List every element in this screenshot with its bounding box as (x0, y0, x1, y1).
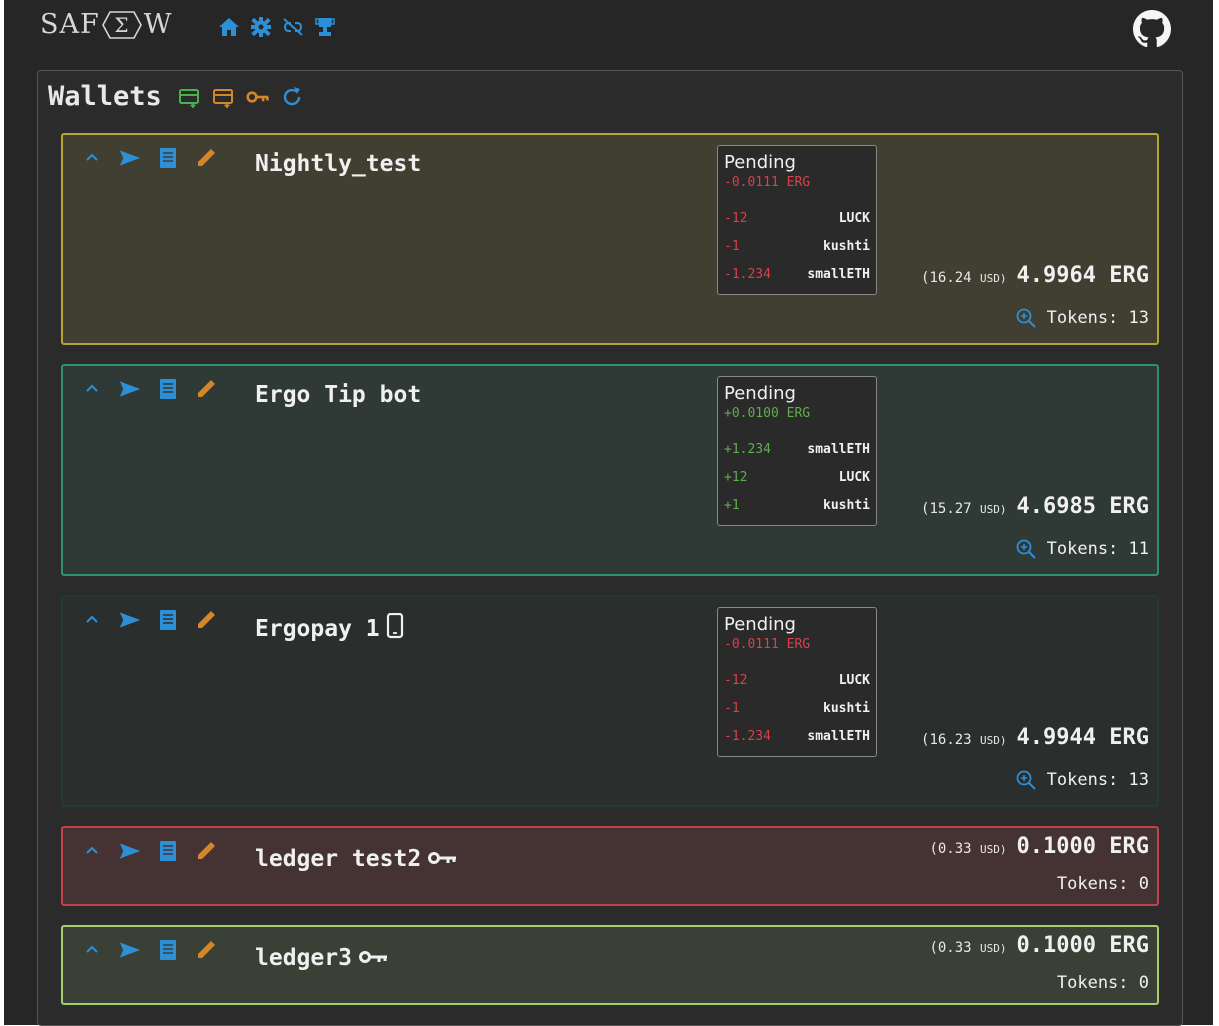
zoom-in-icon[interactable] (1015, 307, 1037, 329)
send-icon[interactable] (119, 840, 141, 862)
pending-token-row: -1.234 smallETH (724, 266, 870, 282)
wallet-actions (81, 939, 217, 961)
unlink-icon[interactable] (282, 16, 304, 38)
receive-icon[interactable] (157, 939, 179, 961)
erg-balance: 4.6985 ERG (1016, 494, 1149, 519)
nav-icons (218, 16, 336, 38)
wallet-balance: (0.33 USD) 0.1000 ERG (929, 834, 1149, 859)
wallet-name[interactable]: Nightly_test (255, 151, 421, 177)
wallet-balance: (15.27 USD) 4.6985 ERG (921, 494, 1149, 519)
top-nav: SAF Σ W (4, 0, 1213, 60)
wallet-name[interactable]: Ergopay 1 (255, 612, 404, 645)
pending-token-row: -12 LUCK (724, 210, 870, 226)
chevron-up-icon[interactable] (81, 378, 103, 400)
erg-balance: 4.9944 ERG (1016, 725, 1149, 750)
key-icon (358, 945, 388, 971)
usd-value: (15.27 USD) (921, 501, 1007, 517)
usd-value: (16.24 USD) (921, 270, 1007, 286)
pending-token-row: -1.234 smallETH (724, 728, 870, 744)
key-icon[interactable] (246, 85, 270, 109)
send-icon[interactable] (119, 378, 141, 400)
pending-token-row: -1 kushti (724, 700, 870, 716)
usd-value: (0.33 USD) (929, 841, 1007, 857)
wallet-card: Ergopay 1 Pending -0.0111 ERG -12 LUCK -1… (61, 595, 1159, 807)
edit-icon[interactable] (195, 378, 217, 400)
usd-value: (0.33 USD) (929, 940, 1007, 956)
receive-icon[interactable] (157, 378, 179, 400)
add-wallet-icon[interactable] (178, 85, 202, 109)
chevron-up-icon[interactable] (81, 939, 103, 961)
wallet-actions (81, 378, 217, 400)
usd-value: (16.23 USD) (921, 732, 1007, 748)
wallet-balance: (16.24 USD) 4.9964 ERG (921, 263, 1149, 288)
wallet-name[interactable]: ledger test2 (255, 846, 457, 872)
logo[interactable]: SAF Σ W (40, 9, 173, 40)
page-title: Wallets (48, 81, 162, 112)
pending-box: Pending -0.0111 ERG -12 LUCK -1 kushti -1.… (717, 607, 877, 757)
tokens-count: Tokens: 13 (1015, 307, 1149, 329)
send-icon[interactable] (119, 609, 141, 631)
edit-icon[interactable] (195, 147, 217, 169)
chevron-up-icon[interactable] (81, 147, 103, 169)
chevron-up-icon[interactable] (81, 609, 103, 631)
wallet-actions (81, 840, 217, 862)
wallet-actions (81, 609, 217, 631)
wallet-balance: (16.23 USD) 4.9944 ERG (921, 725, 1149, 750)
pending-token-row: -1 kushti (724, 238, 870, 254)
app-root: SAF Σ W Wallets Nightly_test Pending -0.… (4, 0, 1213, 1026)
wallet-card: ledger3 (0.33 USD) 0.1000 ERG Tokens: 0 (61, 925, 1159, 1005)
erg-balance: 4.9964 ERG (1016, 263, 1149, 288)
wallet-name[interactable]: Ergo Tip bot (255, 382, 421, 408)
zoom-in-icon[interactable] (1015, 769, 1037, 791)
pending-box: Pending +0.0100 ERG +1.234 smallETH +12 LU… (717, 376, 877, 526)
erg-balance: 0.1000 ERG (1016, 933, 1149, 958)
wallet-balance: (0.33 USD) 0.1000 ERG (929, 933, 1149, 958)
chevron-up-icon[interactable] (81, 840, 103, 862)
wallets-panel: Wallets Nightly_test Pending -0.0111 ERG… (37, 70, 1183, 1026)
pending-token-row: +12 LUCK (724, 469, 870, 485)
svg-text:Σ: Σ (114, 13, 129, 37)
wallet-name[interactable]: ledger3 (255, 945, 388, 971)
add-readonly-wallet-icon[interactable] (212, 85, 236, 109)
tokens-count: Tokens: 11 (1015, 538, 1149, 560)
logo-text-left: SAF (40, 9, 100, 40)
refresh-icon[interactable] (280, 85, 304, 109)
tokens-count: Tokens: 0 (1056, 973, 1149, 993)
send-icon[interactable] (119, 939, 141, 961)
logo-text-right: W (143, 9, 173, 40)
zoom-in-icon[interactable] (1015, 538, 1037, 560)
receive-icon[interactable] (157, 147, 179, 169)
wallet-card: Ergo Tip bot Pending +0.0100 ERG +1.234 s… (61, 364, 1159, 576)
tokens-count: Tokens: 0 (1056, 874, 1149, 894)
edit-icon[interactable] (195, 939, 217, 961)
pending-box: Pending -0.0111 ERG -12 LUCK -1 kushti -1.… (717, 145, 877, 295)
key-icon (427, 846, 457, 872)
wallet-card: Nightly_test Pending -0.0111 ERG -12 LUCK… (61, 133, 1159, 345)
logo-sigma: Σ (101, 10, 142, 40)
github-icon[interactable] (1133, 10, 1171, 48)
edit-icon[interactable] (195, 840, 217, 862)
trophy-icon[interactable] (314, 16, 336, 38)
wallets-header: Wallets (48, 81, 304, 112)
wallet-card: ledger test2 (0.33 USD) 0.1000 ERG Token… (61, 826, 1159, 906)
gear-icon[interactable] (250, 16, 272, 38)
home-icon[interactable] (218, 16, 240, 38)
receive-icon[interactable] (157, 840, 179, 862)
receive-icon[interactable] (157, 609, 179, 631)
pending-token-row: +1.234 smallETH (724, 441, 870, 457)
pending-token-row: -12 LUCK (724, 672, 870, 688)
tokens-count: Tokens: 13 (1015, 769, 1149, 791)
edit-icon[interactable] (195, 609, 217, 631)
pending-token-row: +1 kushti (724, 497, 870, 513)
send-icon[interactable] (119, 147, 141, 169)
mobile-icon (386, 612, 404, 645)
wallet-actions (81, 147, 217, 169)
erg-balance: 0.1000 ERG (1016, 834, 1149, 859)
